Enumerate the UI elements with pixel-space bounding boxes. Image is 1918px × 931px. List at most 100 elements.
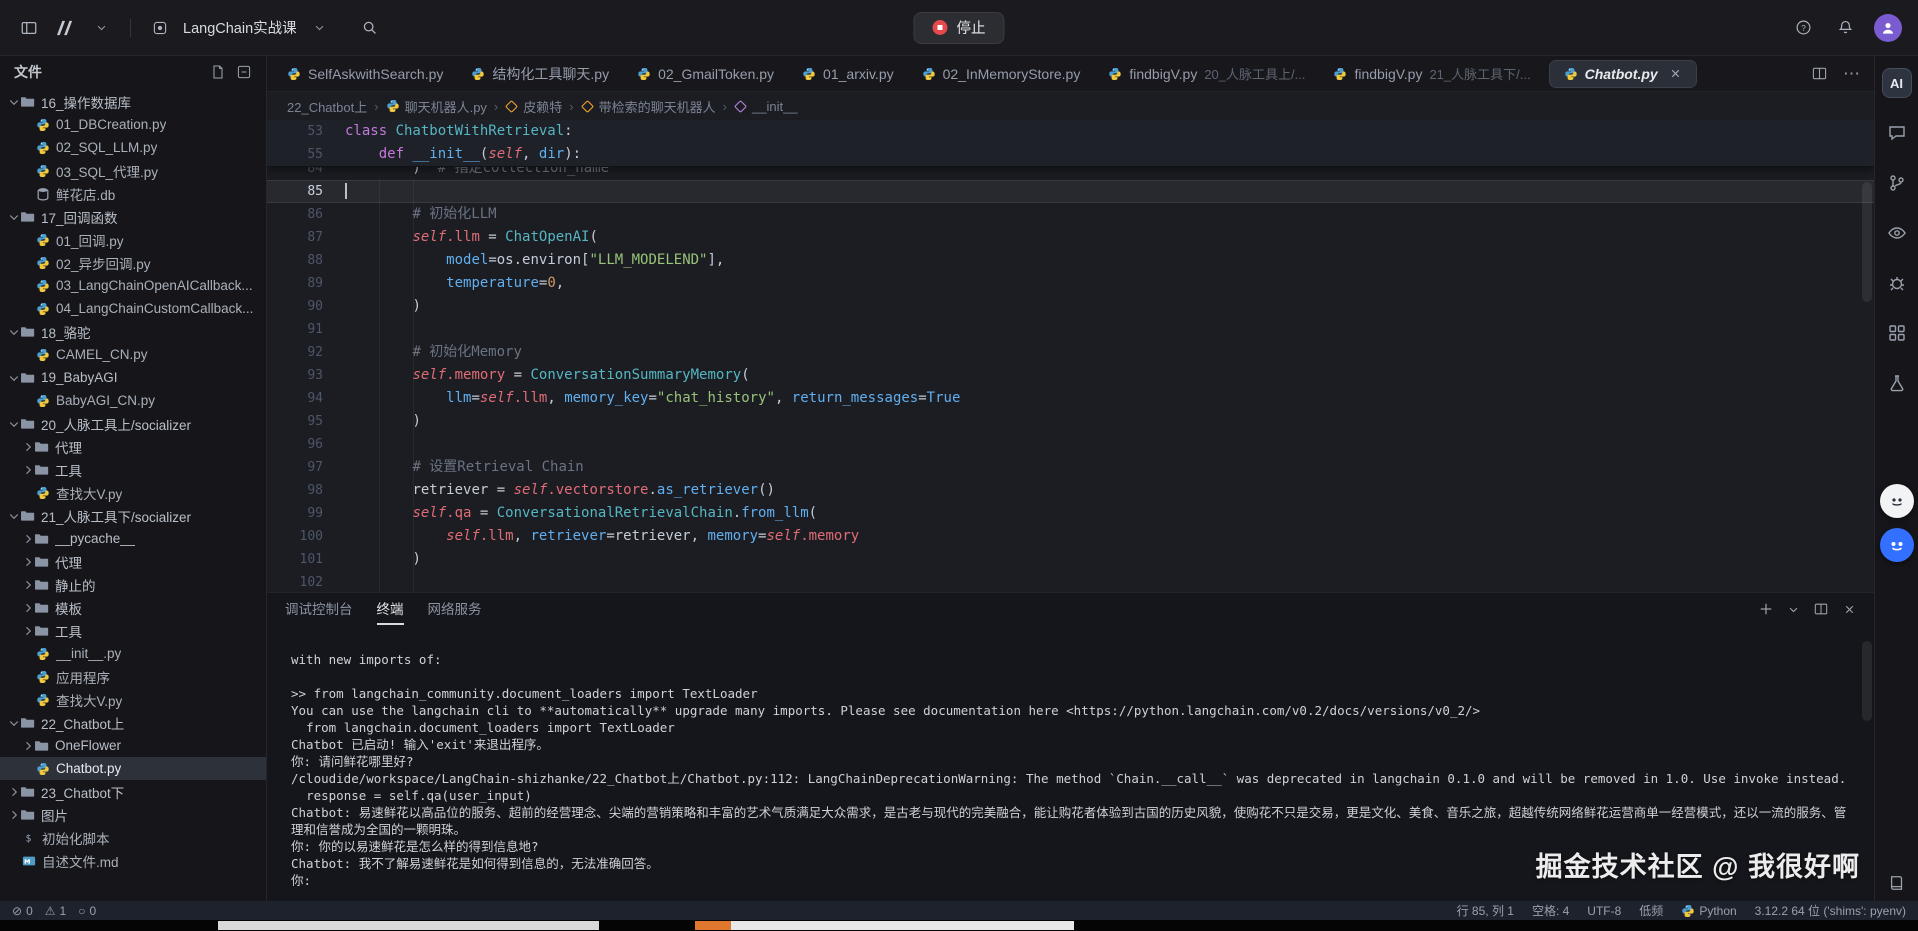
tree-item[interactable]: 静止的: [0, 573, 266, 596]
tree-item[interactable]: 模板: [0, 596, 266, 619]
panel-tab[interactable]: 终端: [377, 593, 404, 625]
tab-close-icon[interactable]: [1669, 67, 1682, 80]
breadcrumb-item[interactable]: 22_Chatbot上: [287, 97, 367, 116]
status-segment[interactable]: 行 85, 列 1: [1457, 902, 1514, 919]
status-segment[interactable]: 3.12.2 64 位 ('shims': pyenv): [1755, 902, 1906, 919]
status-segment[interactable]: Python: [1681, 904, 1736, 918]
breadcrumb-item[interactable]: 带检索的聊天机器人: [581, 97, 716, 116]
code-line[interactable]: 90 ): [267, 295, 1874, 318]
editor-scrollbar[interactable]: [1862, 182, 1872, 302]
new-terminal-icon[interactable]: [1759, 602, 1773, 616]
grid-icon[interactable]: [1882, 318, 1912, 348]
code-line[interactable]: 102: [267, 571, 1874, 592]
tree-item[interactable]: 自述文件.md: [0, 849, 266, 872]
tree-item[interactable]: 02_异步回调.py: [0, 251, 266, 274]
tree-item[interactable]: OneFlower: [0, 734, 266, 757]
panel-tab[interactable]: 调试控制台: [285, 593, 353, 625]
ai-assistant-icon[interactable]: AI: [1882, 68, 1912, 98]
help-icon[interactable]: ?: [1790, 15, 1816, 41]
close-panel-icon[interactable]: [1843, 603, 1856, 616]
tree-item[interactable]: 18_骆驼: [0, 320, 266, 343]
panel-tab[interactable]: 网络服务: [428, 593, 482, 625]
workspace-chevron-down-icon[interactable]: [307, 15, 333, 41]
tree-item[interactable]: CAMEL_CN.py: [0, 343, 266, 366]
code-line[interactable]: 88 model=os.environ["LLM_MODELEND"],: [267, 249, 1874, 272]
code-line[interactable]: 95 ): [267, 410, 1874, 433]
code-line[interactable]: 92 # 初始化Memory: [267, 341, 1874, 364]
tree-item[interactable]: 代理: [0, 435, 266, 458]
status-circle-icon[interactable]: ○0: [78, 904, 96, 918]
code-line[interactable]: 98 retriever = self.vectorstore.as_retri…: [267, 479, 1874, 502]
editor-tab[interactable]: 结构化工具聊天.py: [457, 56, 623, 91]
doubao-float-button[interactable]: [1880, 528, 1914, 562]
breadcrumb-item[interactable]: 皮赖特: [505, 97, 562, 116]
terminal-dropdown-chevron-icon[interactable]: [1788, 604, 1799, 615]
tree-item[interactable]: 代理: [0, 550, 266, 573]
code-line[interactable]: 93 self.memory = ConversationSummaryMemo…: [267, 364, 1874, 387]
flask-icon[interactable]: [1882, 368, 1912, 398]
status-segment[interactable]: UTF-8: [1587, 904, 1621, 918]
tree-item[interactable]: 02_SQL_LLM.py: [0, 136, 266, 159]
tree-item[interactable]: 查找大V.py: [0, 688, 266, 711]
tree-item[interactable]: Chatbot.py: [0, 757, 266, 780]
split-panel-icon[interactable]: [1814, 602, 1828, 616]
tree-item[interactable]: __init__.py: [0, 642, 266, 665]
editor-tab[interactable]: findbigV.py21_人脉工具下/...: [1319, 56, 1544, 91]
editor-tab[interactable]: SelfAskwithSearch.py: [273, 56, 457, 91]
tree-item[interactable]: 01_DBCreation.py: [0, 113, 266, 136]
tree-item[interactable]: 16_操作数据库: [0, 90, 266, 113]
code-line[interactable]: 94 llm=self.llm, memory_key="chat_histor…: [267, 387, 1874, 410]
app-logo-icon[interactable]: [52, 15, 78, 41]
eye-icon[interactable]: [1882, 218, 1912, 248]
breadcrumb-item[interactable]: __init__: [734, 99, 798, 114]
new-file-icon[interactable]: [210, 64, 226, 80]
code-line[interactable]: 89 temperature=0,: [267, 272, 1874, 295]
tree-item[interactable]: 21_人脉工具下/socializer: [0, 504, 266, 527]
bug-icon[interactable]: [1882, 268, 1912, 298]
tree-item[interactable]: 03_LangChainOpenAICallback...: [0, 274, 266, 297]
tree-item[interactable]: 20_人脉工具上/socializer: [0, 412, 266, 435]
tree-item[interactable]: 19_BabyAGI: [0, 366, 266, 389]
tree-item[interactable]: 查找大V.py: [0, 481, 266, 504]
assistant-float-button[interactable]: [1880, 484, 1914, 518]
status-segment[interactable]: 低频: [1639, 902, 1663, 919]
terminal-scrollbar[interactable]: [1862, 641, 1872, 721]
code-line[interactable]: 99 self.qa = ConversationalRetrievalChai…: [267, 502, 1874, 525]
tree-item[interactable]: 22_Chatbot上: [0, 711, 266, 734]
tree-item[interactable]: 17_回调函数: [0, 205, 266, 228]
logo-chevron-down-icon[interactable]: [88, 15, 114, 41]
tree-item[interactable]: 23_Chatbot下: [0, 780, 266, 803]
editor-tab[interactable]: Chatbot.py: [1549, 60, 1697, 88]
tree-item[interactable]: 01_回调.py: [0, 228, 266, 251]
bell-icon[interactable]: [1832, 15, 1858, 41]
code-line[interactable]: 53class ChatbotWithRetrieval:: [267, 120, 1874, 143]
stop-button[interactable]: 停止: [914, 12, 1005, 44]
tree-item[interactable]: 工具: [0, 458, 266, 481]
more-actions-icon[interactable]: ⋯: [1843, 64, 1860, 84]
code-line[interactable]: 84 ) # 指定collection_name: [267, 167, 1874, 180]
code-line[interactable]: 86 # 初始化LLM: [267, 203, 1874, 226]
editor-tab[interactable]: findbigV.py20_人脉工具上/...: [1094, 56, 1319, 91]
tree-item[interactable]: __pycache__: [0, 527, 266, 550]
tree-item[interactable]: 工具: [0, 619, 266, 642]
split-editor-icon[interactable]: [1812, 66, 1827, 81]
collapse-all-icon[interactable]: [236, 64, 252, 80]
status-warning-icon[interactable]: ⚠1: [45, 904, 66, 918]
search-icon[interactable]: [357, 15, 383, 41]
code-line[interactable]: 87 self.llm = ChatOpenAI(: [267, 226, 1874, 249]
sidebar-toggle-icon[interactable]: [16, 15, 42, 41]
code-line[interactable]: 101 ): [267, 548, 1874, 571]
code-line[interactable]: 100 self.llm, retriever=retriever, memor…: [267, 525, 1874, 548]
tree-item[interactable]: 04_LangChainCustomCallback...: [0, 297, 266, 320]
chat-icon[interactable]: [1882, 118, 1912, 148]
tree-item[interactable]: 03_SQL_代理.py: [0, 159, 266, 182]
code-line[interactable]: 55 def __init__(self, dir):: [267, 143, 1874, 166]
tree-item[interactable]: 应用程序: [0, 665, 266, 688]
editor-tab[interactable]: 02_GmailToken.py: [623, 56, 788, 91]
tree-item[interactable]: 鲜花店.db: [0, 182, 266, 205]
tree-item[interactable]: 图片: [0, 803, 266, 826]
editor-tab[interactable]: 01_arxiv.py: [788, 56, 908, 91]
workspace-name[interactable]: LangChain实战课: [183, 17, 297, 38]
status-circle-slash-icon[interactable]: ⊘0: [12, 904, 33, 918]
editor-tab[interactable]: 02_InMemoryStore.py: [908, 56, 1095, 91]
